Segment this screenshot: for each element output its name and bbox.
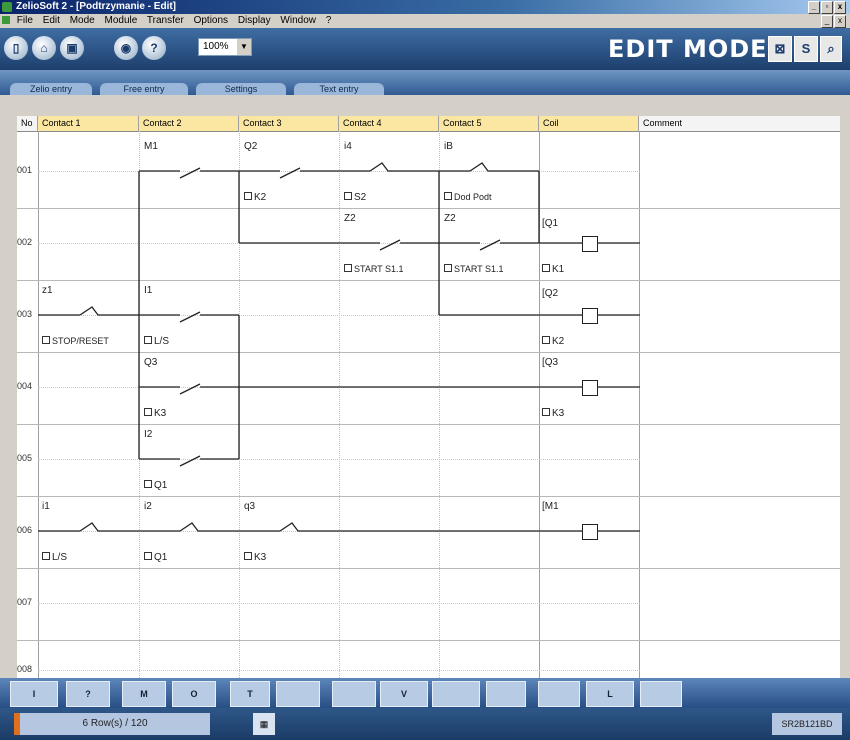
contact-label[interactable]: Q3 — [144, 357, 157, 368]
coil-symbol[interactable] — [582, 236, 598, 252]
contact-comment: START S1.1 — [344, 264, 404, 274]
memory-tool-icon[interactable]: M — [122, 681, 166, 707]
contact-comment-text: START S1.1 — [454, 264, 504, 274]
contact-label[interactable]: Z2 — [344, 213, 356, 224]
clock-tool-icon[interactable] — [486, 681, 526, 707]
coil-label-text: Q1 — [544, 218, 559, 229]
contact-comment-text: K2 — [254, 192, 267, 203]
contact-tool-icon[interactable]: I — [10, 681, 58, 707]
light-tool-icon[interactable] — [640, 681, 682, 707]
checkbox-icon — [444, 264, 452, 272]
contact-comment-text: Dod Podt — [454, 192, 492, 202]
bit-tool-icon[interactable]: ? — [66, 681, 110, 707]
contact-label[interactable]: Q2 — [244, 141, 257, 152]
fast-counter-tool-icon[interactable] — [332, 681, 376, 707]
checkbox-icon — [144, 552, 152, 560]
coil-comment-text: K2 — [552, 336, 565, 347]
coil-label-text: Q3 — [544, 357, 559, 368]
contact-comment: Dod Podt — [444, 192, 492, 202]
contact-comment-text: K3 — [154, 408, 167, 419]
contact-comment: K3 — [244, 552, 266, 563]
text-tool-icon[interactable] — [538, 681, 580, 707]
contact-comment: L/S — [42, 552, 67, 563]
checkbox-icon — [344, 192, 352, 200]
contact-label[interactable]: i2 — [144, 501, 152, 512]
lcd-tool-icon[interactable]: L — [586, 681, 634, 707]
coil-label[interactable]: [Q1 — [542, 218, 558, 229]
contact-label[interactable]: Z2 — [444, 213, 456, 224]
contact-label[interactable]: I1 — [144, 285, 152, 296]
contact-comment: START S1.1 — [444, 264, 504, 274]
contact-comment: L/S — [144, 336, 169, 347]
contact-label[interactable]: I2 — [144, 429, 152, 440]
timer-tool-icon[interactable]: T — [230, 681, 270, 707]
coil-symbol[interactable] — [582, 380, 598, 396]
coil-label[interactable]: [M1 — [542, 501, 559, 512]
contact-comment: STOP/RESET — [42, 336, 109, 346]
coil-label[interactable]: [Q2 — [542, 288, 558, 299]
checkbox-icon — [144, 336, 152, 344]
checkbox-icon — [542, 408, 550, 416]
checkbox-icon — [42, 552, 50, 560]
coil-symbol[interactable] — [582, 524, 598, 540]
checkbox-icon — [144, 480, 152, 488]
coil-comment: K3 — [542, 408, 564, 419]
contact-label[interactable]: q3 — [244, 501, 255, 512]
output-tool-icon[interactable]: O — [172, 681, 216, 707]
coil-symbol[interactable] — [582, 308, 598, 324]
comparator-tool-icon[interactable] — [432, 681, 480, 707]
checkbox-icon — [144, 408, 152, 416]
checkbox-icon — [344, 264, 352, 272]
checkbox-icon — [542, 264, 550, 272]
ladder-diagram — [38, 162, 640, 532]
contact-label[interactable]: iB — [444, 141, 453, 152]
contact-comment-text: L/S — [154, 336, 170, 347]
coil-comment: K2 — [542, 336, 564, 347]
contact-label[interactable]: z1 — [42, 285, 53, 296]
checkbox-icon — [244, 192, 252, 200]
contact-comment-text: L/S — [52, 552, 68, 563]
contact-label[interactable]: i1 — [42, 501, 50, 512]
checkbox-icon — [244, 552, 252, 560]
contact-comment: S2 — [344, 192, 366, 203]
counter-tool-icon[interactable] — [276, 681, 320, 707]
checkbox-icon — [42, 336, 50, 344]
contact-comment-text: K3 — [254, 552, 267, 563]
coil-label-text: Q2 — [544, 288, 559, 299]
contact-comment-text: START S1.1 — [354, 264, 404, 274]
contact-comment: Q1 — [144, 480, 167, 491]
analog-tool-icon[interactable]: V — [380, 681, 428, 707]
module-reference: SR2B121BD — [772, 713, 842, 735]
contact-comment-text: STOP/RESET — [52, 336, 109, 346]
contact-label[interactable]: i4 — [344, 141, 352, 152]
checkbox-icon — [542, 336, 550, 344]
contact-comment-text: Q1 — [154, 480, 168, 491]
status-bar: 6 Row(s) / 120 ▦ SR2B121BD — [0, 708, 850, 740]
element-toolbar: I ? M O T V L — [0, 678, 850, 708]
contact-comment-text: Q1 — [154, 552, 168, 563]
coil-comment-text: K3 — [552, 408, 565, 419]
coil-comment-text: K1 — [552, 264, 565, 275]
contact-comment-text: S2 — [354, 192, 367, 203]
checkbox-icon — [444, 192, 452, 200]
coil-label[interactable]: [Q3 — [542, 357, 558, 368]
coil-comment: K1 — [542, 264, 564, 275]
contact-comment: K3 — [144, 408, 166, 419]
contact-comment: K2 — [244, 192, 266, 203]
contact-label[interactable]: M1 — [144, 141, 158, 152]
row-count: 6 Row(s) / 120 — [20, 713, 210, 735]
contact-comment: Q1 — [144, 552, 167, 563]
module-icon[interactable]: ▦ — [253, 713, 275, 735]
coil-label-text: M1 — [544, 501, 559, 512]
